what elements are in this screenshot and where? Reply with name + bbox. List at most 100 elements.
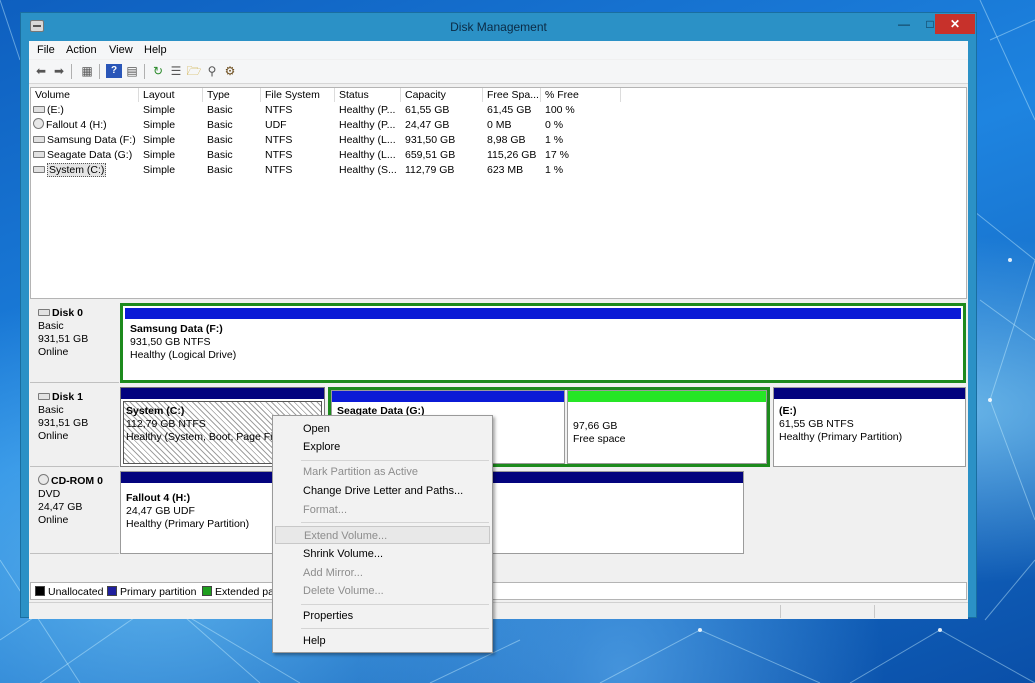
volume-cell: (E:) <box>33 103 137 118</box>
fs-cell: UDF <box>265 119 287 131</box>
free-cell: 0 MB <box>487 119 512 131</box>
details-view-icon[interactable]: ▦ <box>79 64 95 78</box>
properties-icon[interactable]: ☰ <box>168 64 184 78</box>
menu-item-add-mirror[interactable]: Add Mirror... <box>275 564 490 582</box>
menu-separator <box>301 522 489 523</box>
menu-action[interactable]: Action <box>66 44 97 56</box>
disk-icon <box>38 392 50 400</box>
minimize-button[interactable]: — <box>891 14 917 34</box>
capacity-cell: 61,55 GB <box>405 104 450 116</box>
menu-item-extend-volume[interactable]: Extend Volume... <box>275 526 490 544</box>
drive-icon <box>33 105 45 113</box>
menu-separator <box>301 604 489 605</box>
type-cell: Basic <box>207 119 233 131</box>
menu-item-open[interactable]: Open <box>275 420 490 438</box>
toolbar-separator <box>144 64 145 79</box>
layout-cell: Simple <box>143 119 176 131</box>
legend-extended: Extended par <box>202 586 277 598</box>
volume-cell: System (C:) <box>33 163 137 178</box>
status-cell: Healthy (L... <box>339 149 396 161</box>
menu-item-mark-active[interactable]: Mark Partition as Active <box>275 463 490 481</box>
volume-cell: Fallout 4 (H:) <box>33 118 137 133</box>
capacity-cell: 659,51 GB <box>405 149 456 161</box>
menu-help[interactable]: Help <box>144 44 167 56</box>
free-space-bar <box>568 391 766 402</box>
search-icon[interactable]: ⚲ <box>204 64 220 78</box>
disk-0-label[interactable]: Disk 0 Basic 931,51 GB Online <box>30 303 119 383</box>
partition-samsung-data[interactable]: Samsung Data (F:) 931,50 GB NTFS Healthy… <box>120 303 966 383</box>
context-menu: Open Explore Mark Partition as Active Ch… <box>272 415 493 653</box>
menu-separator <box>301 628 489 629</box>
table-row[interactable]: Seagate Data (G:) Simple Basic NTFS Heal… <box>31 148 966 163</box>
table-row[interactable]: Samsung Data (F:) Simple Basic NTFS Heal… <box>31 133 966 148</box>
status-segment <box>874 605 875 618</box>
table-row[interactable]: Fallout 4 (H:) Simple Basic UDF Healthy … <box>31 118 966 133</box>
free-cell: 61,45 GB <box>487 104 532 116</box>
layout-cell: Simple <box>143 164 176 176</box>
column-volume[interactable]: Volume <box>31 88 139 102</box>
title-bar[interactable]: Disk Management — □ ✕ <box>21 13 976 41</box>
column-percent-free[interactable]: % Free <box>541 88 621 102</box>
forward-arrow-icon[interactable]: ➡ <box>51 64 67 78</box>
drive-icon <box>33 135 45 143</box>
menu-item-change-drive-letter[interactable]: Change Drive Letter and Paths... <box>275 482 490 500</box>
column-status[interactable]: Status <box>335 88 401 102</box>
disk-icon <box>38 308 50 316</box>
swatch <box>35 586 45 597</box>
disk-1-label[interactable]: Disk 1 Basic 931,51 GB Online <box>30 387 119 467</box>
swatch <box>107 586 117 597</box>
capacity-cell: 112,79 GB <box>405 164 455 176</box>
client-area: File Action View Help ⬅ ➡ ▦ ? ▤ ↻ ☰ 🗁 ⚲ … <box>29 41 968 619</box>
column-type[interactable]: Type <box>203 88 261 102</box>
fs-cell: NTFS <box>265 134 293 146</box>
legend-primary: Primary partition <box>107 586 196 598</box>
table-row[interactable]: System (C:) Simple Basic NTFS Healthy (S… <box>31 163 966 178</box>
help-icon[interactable]: ? <box>106 64 122 78</box>
free-cell: 8,98 GB <box>487 134 526 146</box>
menu-item-help[interactable]: Help <box>275 632 490 650</box>
logical-drive-bar <box>125 308 961 319</box>
toolbar-separator <box>71 64 72 79</box>
cdrom-0-label[interactable]: CD-ROM 0 DVD 24,47 GB Online <box>30 471 119 554</box>
layout-cell: Simple <box>143 149 176 161</box>
column-file-system[interactable]: File System <box>261 88 335 102</box>
menu-item-format[interactable]: Format... <box>275 501 490 519</box>
refresh-icon[interactable]: ↻ <box>150 64 166 78</box>
fs-cell: NTFS <box>265 104 293 116</box>
menu-item-delete-volume[interactable]: Delete Volume... <box>275 582 490 600</box>
close-button[interactable]: ✕ <box>935 14 975 34</box>
fs-cell: NTFS <box>265 164 293 176</box>
volume-cell: Seagate Data (G:) <box>33 148 137 163</box>
swatch <box>202 586 212 597</box>
primary-partition-bar <box>121 388 324 399</box>
menu-item-shrink-volume[interactable]: Shrink Volume... <box>275 545 490 563</box>
column-free-space[interactable]: Free Spa... <box>483 88 541 102</box>
free-space[interactable]: 97,66 GB Free space <box>567 390 767 464</box>
back-arrow-icon[interactable]: ⬅ <box>33 64 49 78</box>
menu-view[interactable]: View <box>109 44 133 56</box>
window-title: Disk Management <box>450 20 547 34</box>
toolbar-separator <box>99 64 100 79</box>
disk-management-window: Disk Management — □ ✕ File Action View H… <box>20 12 977 619</box>
partition-e[interactable]: (E:) 61,55 GB NTFS Healthy (Primary Part… <box>773 387 966 467</box>
table-row[interactable]: (E:) Simple Basic NTFS Healthy (P... 61,… <box>31 103 966 118</box>
volume-list[interactable]: Volume Layout Type File System Status Ca… <box>30 87 967 299</box>
menu-bar: File Action View Help <box>29 41 968 59</box>
disc-icon <box>33 118 44 130</box>
status-cell: Healthy (L... <box>339 134 396 146</box>
layout-cell: Simple <box>143 104 176 116</box>
menu-item-properties[interactable]: Properties <box>275 607 490 625</box>
partition-legend: Unallocated Primary partition Extended p… <box>30 582 967 600</box>
column-capacity[interactable]: Capacity <box>401 88 483 102</box>
layout-cell: Simple <box>143 134 176 146</box>
menu-file[interactable]: File <box>37 44 55 56</box>
list-view-icon[interactable]: ▤ <box>124 64 140 78</box>
open-folder-icon[interactable]: 🗁 <box>186 64 202 78</box>
pct-cell: 100 % <box>545 104 575 116</box>
capacity-cell: 931,50 GB <box>405 134 456 146</box>
settings-icon[interactable]: ⚙ <box>222 64 238 78</box>
logical-drive-bar <box>332 391 564 402</box>
column-layout[interactable]: Layout <box>139 88 203 102</box>
pct-cell: 0 % <box>545 119 564 131</box>
menu-item-explore[interactable]: Explore <box>275 438 490 456</box>
